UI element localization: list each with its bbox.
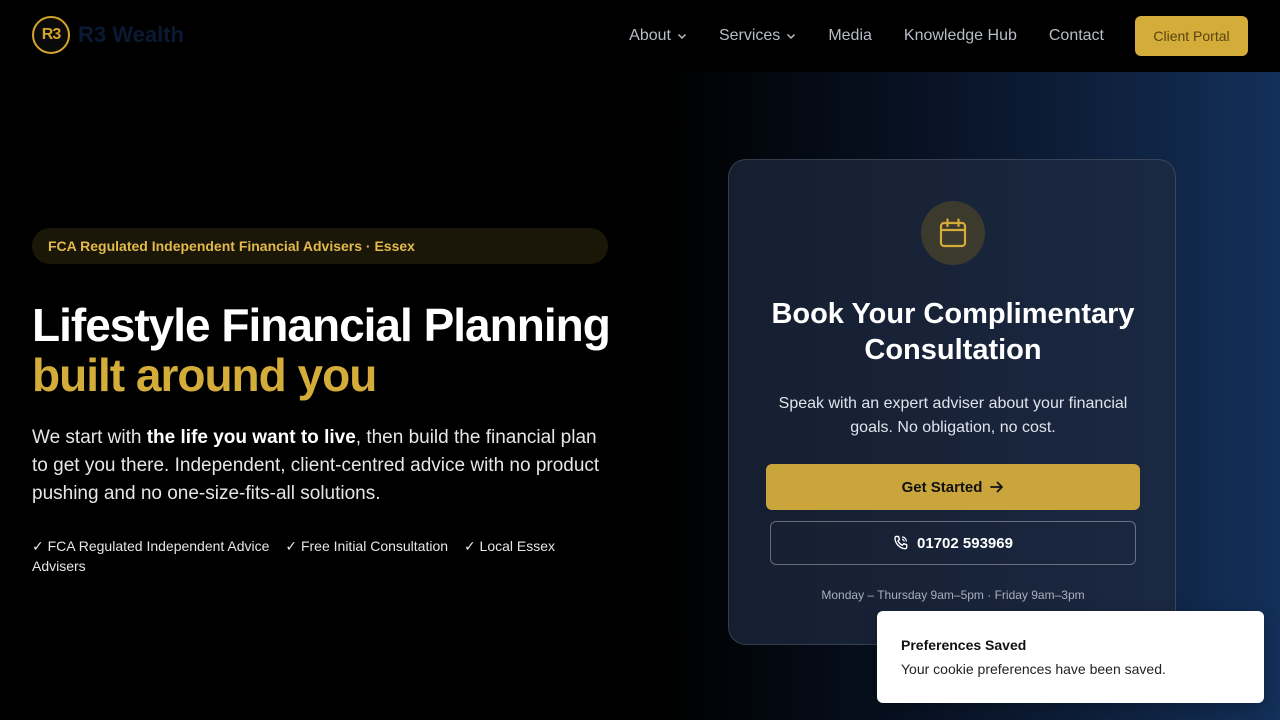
check-item: ✓ Free Initial Consultation <box>285 538 449 554</box>
lead-before: We start with <box>32 427 147 448</box>
site-header: R3 R3 Wealth About Services Media Knowle… <box>0 0 1280 72</box>
nav-services-label: Services <box>718 27 781 44</box>
chevron-down-icon <box>677 33 686 40</box>
card-subtitle: Speak with an expert adviser about your … <box>778 395 1128 436</box>
nav-media[interactable]: Media <box>828 27 872 45</box>
phone-button[interactable]: 01702 593969 <box>770 521 1136 565</box>
phone-icon <box>894 535 908 550</box>
chevron-down-icon <box>787 33 796 40</box>
hero-title-line1: Lifestyle Financial Planning <box>32 299 611 351</box>
consultation-card: Book Your Complimentary Consultation Spe… <box>728 159 1176 645</box>
nav-knowledge-hub[interactable]: Knowledge Hub <box>904 27 1017 45</box>
get-started-label: Get Started <box>901 478 983 496</box>
hero-title-line2: built around you <box>32 349 377 401</box>
logo[interactable]: R3 R3 Wealth <box>32 16 184 54</box>
calendar-icon-wrapper <box>921 201 985 265</box>
card-title: Book Your Complimentary Consultation <box>771 298 1135 366</box>
hero-lead: We start with the life you want to live,… <box>32 424 612 508</box>
phone-number: 01702 593969 <box>917 534 1013 552</box>
trust-checks: ✓ FCA Regulated Independent Advice ✓ Fre… <box>32 536 592 576</box>
main-nav: About Services Media Knowledge Hub Conta… <box>629 0 1104 72</box>
nav-services[interactable]: Services <box>719 27 796 45</box>
client-portal-button[interactable]: Client Portal <box>1135 16 1248 56</box>
get-started-button[interactable]: Get Started <box>766 464 1140 510</box>
nav-about-label: About <box>629 27 671 44</box>
hero-title: Lifestyle Financial Planning built aroun… <box>32 300 632 400</box>
arrow-right-icon <box>990 481 1004 493</box>
opening-hours: Monday – Thursday 9am–5pm · Friday 9am–3… <box>821 588 1085 602</box>
cookie-toast: Preferences Saved Your cookie preference… <box>877 611 1264 703</box>
toast-message: Your cookie preferences have been saved. <box>901 661 1166 677</box>
toast-title: Preferences Saved <box>901 637 1027 653</box>
lead-bold: the life you want to live <box>146 427 356 448</box>
logo-text: R3 Wealth <box>78 22 184 47</box>
nav-contact[interactable]: Contact <box>1049 27 1104 45</box>
nav-about[interactable]: About <box>629 27 687 45</box>
check-item: ✓ FCA Regulated Independent Advice <box>32 538 270 554</box>
logo-mark: R3 <box>32 16 70 54</box>
regulation-badge: FCA Regulated Independent Financial Advi… <box>32 228 608 264</box>
calendar-icon <box>939 218 967 248</box>
